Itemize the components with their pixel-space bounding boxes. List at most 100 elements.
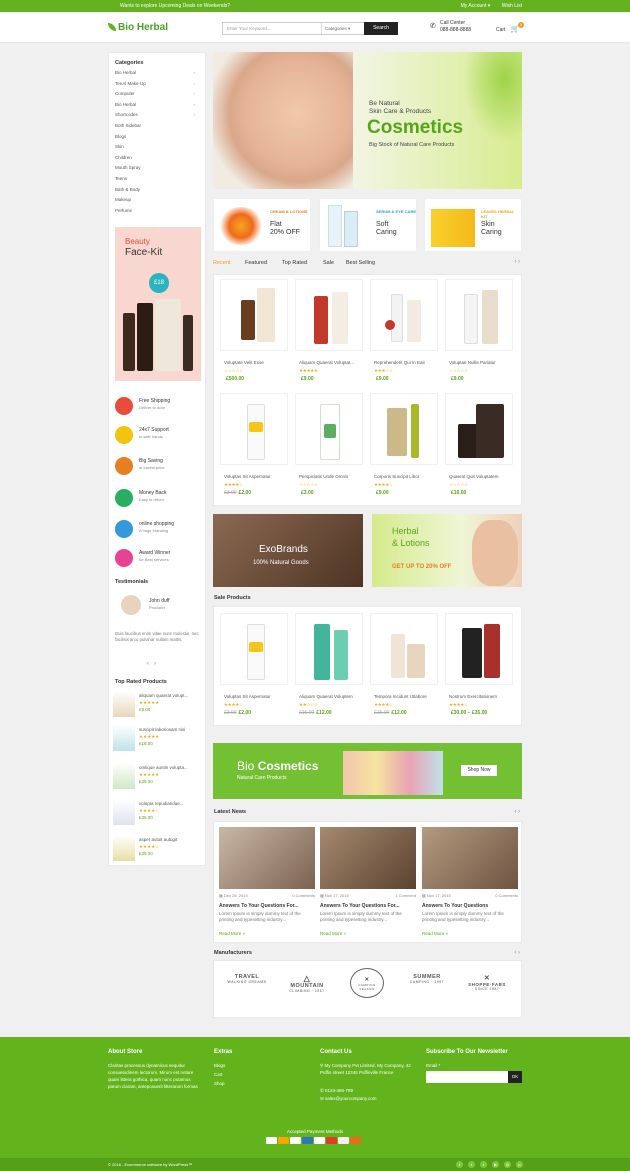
manufacturer-logo[interactable]: ✕ SHOPPE·FABS SINCE 1987 [461,974,513,991]
hero-slider[interactable]: Be Natural Skin Care & Products Cosmetic… [213,52,522,189]
newsletter-ok-button[interactable]: OK [508,1071,522,1083]
news-card[interactable]: ▦ Dec 26, 2015 0 Comments Answers To Your… [219,827,315,939]
category-item[interactable]: Blogs [115,134,199,145]
rss-icon[interactable]: r [480,1161,487,1168]
twitter-icon[interactable]: t [468,1161,475,1168]
tab-recent[interactable]: Recent [213,260,230,266]
product-grid: Voluptate Velit Esse ☆☆☆☆☆ £500.00 Aliquam… [213,274,522,506]
footer-about-title: About Store [108,1049,143,1055]
footer-link[interactable]: Shop [214,1080,225,1087]
promo-bottle-2 [137,303,153,371]
wishlist-link[interactable]: Wish List [502,3,522,9]
footer-link[interactable]: Cart [214,1071,223,1078]
logo-text: Bio Herbal [118,22,169,33]
newsletter-email-input[interactable] [426,1071,508,1083]
tab-carousel-arrows[interactable]: ‹ › [514,259,520,265]
hero-title: Cosmetics [367,117,464,138]
latest-news: Latest News ‹ › ▦ Dec 26, 2015 0 Comments… [213,805,522,943]
herbal-lotions-banner[interactable]: Herbal & Lotions GET UP TO 20% OFF [372,514,522,587]
footer-link[interactable]: Blogs [214,1062,225,1069]
tab-featured[interactable]: Featured [245,260,267,266]
mini-banner-cream[interactable]: CREAM & LOTIONS Flat 20% OFF [213,198,311,252]
tab-best-selling[interactable]: Best Selling [346,260,375,266]
product-card[interactable]: Voluptate Velit Esse ☆☆☆☆☆ £500.00 [218,277,290,387]
shop-now-button[interactable]: Shop Now [461,765,497,776]
footer-email[interactable]: ✉ sales@yourcompany.com [320,1095,377,1102]
herbal-model-image [472,520,518,586]
shopping-cart-icon [115,520,133,538]
category-item[interactable]: Bath & Body [115,187,199,198]
testimonial-nav[interactable]: ‹ › [147,661,156,667]
cart-button[interactable]: Cart 🛒 0 [496,22,524,33]
cart-label: Cart [496,27,506,33]
category-select[interactable]: Categories ▾ [321,23,365,34]
product-card[interactable]: Perspiciatis Unde Omnis ☆☆☆☆☆ £3.00 [293,391,365,501]
herbal-offer: GET UP TO 20% OFF [392,564,452,570]
category-item[interactable]: Bio Herbal › [115,102,199,113]
herbal-title-1: Herbal [392,526,419,536]
mini-banner-herbal-kit[interactable]: LEAVES HERBAL KIT Skin Caring [424,198,522,252]
manufacturer-logo[interactable]: △ MOUNTAIN CLIMBING · 1957 [281,974,333,993]
call-center-number: 088-888-8888 [440,27,472,33]
category-item[interactable]: Children [115,155,199,166]
my-account-link[interactable]: My Account ▾ [461,3,491,9]
read-more-link[interactable]: Read More » [320,931,346,936]
category-item[interactable]: Both Sidebar [115,123,199,134]
instagram-icon[interactable]: ◎ [504,1161,511,1168]
search-button[interactable]: Search [364,22,398,35]
read-more-link[interactable]: Read More » [422,931,448,936]
exobrands-banner[interactable]: ExoBrands 100% Natural Goods [213,514,363,587]
manufacturer-logo[interactable]: SUMMER CAMPING · 1997 [401,974,453,984]
call-center: ✆ Call Center 088-888-8888 [430,20,471,33]
product-card[interactable]: Quaerat Quit Voluptatem ☆☆☆☆☆ £16.00 [443,391,515,501]
saving-icon [115,457,133,475]
category-item[interactable]: Mouth Spray [115,165,199,176]
bio-cosmetics-banner[interactable]: Bio Cosmetics Natural Care Products Shop… [213,743,522,799]
card-icon [338,1137,349,1144]
site-logo[interactable]: Bio Herbal [108,22,168,33]
category-item[interactable]: Perfume [115,208,199,219]
product-card[interactable]: Voluptas Sit Aspernatur ★★★★☆ £3.00 £2.00 [218,391,290,501]
category-item[interactable]: TenAl Make-Up › [115,81,199,92]
category-item[interactable]: Makeup [115,197,199,208]
amex-icon [302,1137,313,1144]
newsletter-title: Subscribe To Our Newsletter [426,1049,508,1055]
news-arrows[interactable]: ‹ › [514,809,520,815]
category-item[interactable]: Computer › [115,91,199,102]
sale-card[interactable]: Voluptas Sit Aspernatur ★★★★☆ £3.00 £2.00 [218,611,290,721]
product-card[interactable]: Reprehenderit Qui In Eait ★★★☆☆ £9.00 [368,277,440,387]
youtube-icon[interactable]: ▶ [492,1161,499,1168]
top-rated-item[interactable]: omlique auntin volupta... ★★★★★ £35.00 [113,763,201,793]
product-card[interactable]: Aliquam Quaerat Voluptat... ★★★★★ £9.00 [293,277,365,387]
read-more-link[interactable]: Read More » [219,931,245,936]
pinterest-icon[interactable]: p [516,1161,523,1168]
top-rated-item[interactable]: asper autoit autugit ★★★★☆ £35.00 [113,835,201,865]
mini-banner-serum[interactable]: SERUM & EYE CARE Soft Caring [319,198,417,252]
top-rated-item[interactable]: volupta repudiandae... ★★★★☆ £35.00 [113,799,201,829]
beauty-facekit-banner[interactable]: Beauty Face-Kit £18 [115,227,201,381]
sale-card[interactable]: Tempora Incidunt Utlabore ★★★★☆ £15.00 £12.… [368,611,440,721]
manufacturers-arrows[interactable]: ‹ › [514,950,520,956]
maestro-icon [326,1137,337,1144]
category-item[interactable]: Shortcodes › [115,112,199,123]
category-item[interactable]: Skin [115,144,199,155]
leaf-icon [108,23,116,32]
tab-top-rated[interactable]: Top Rated [282,260,307,266]
sale-card[interactable]: Nostrum Exercitationem ★★★★☆ £30.00 – £35.… [443,611,515,721]
tab-sale[interactable]: Sale [323,260,334,266]
top-rated-item[interactable]: aliquam quaerat volupt... ★★★★★ £9.00 [113,691,201,721]
product-card[interactable]: Corporis Suscipit Libor ★★★★☆ £9.00 [368,391,440,501]
promo-text: Wants to explore Upcoming Deals on Weeke… [120,3,231,9]
manufacturer-logo[interactable]: TRAVEL WALKING DREAMS [221,974,273,984]
news-card[interactable]: ▦ Nov 17, 2015 1 Comment Answers To Your … [320,827,416,939]
search-input[interactable]: Enter Your Keyword... [227,26,271,31]
sale-card[interactable]: Aliquam Quaerat Voluptem ★★☆☆☆ £15.00 £12.0… [293,611,365,721]
category-item[interactable]: Bio Herbal › [115,70,199,81]
category-item[interactable]: Teens [115,176,199,187]
news-card[interactable]: ▦ Nov 17, 2015 0 Comments Answers To Your… [422,827,518,939]
facebook-icon[interactable]: f [456,1161,463,1168]
top-rated-item[interactable]: suscipit laboriosam nisi ★★★★★ £18.00 [113,725,201,755]
testimonial-avatar [121,595,141,615]
product-card[interactable]: Voluptae Nullis Pariatur ☆☆☆☆☆ £9.00 [443,277,515,387]
manufacturer-logo[interactable]: ✕ CAMPING SEASON [341,968,393,998]
